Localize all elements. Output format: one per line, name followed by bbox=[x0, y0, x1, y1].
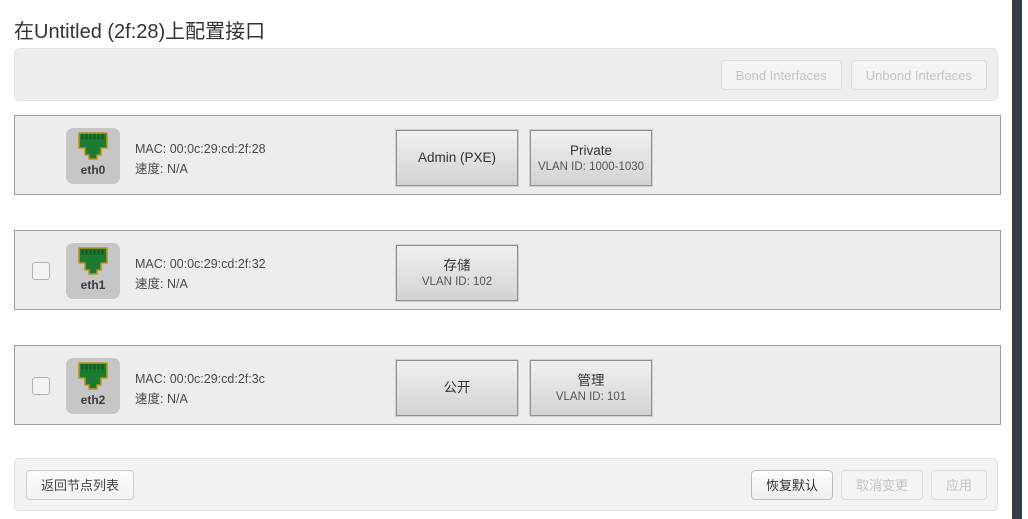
interface-select-checkbox[interactable] bbox=[32, 377, 50, 395]
network-tag-name: 公开 bbox=[443, 380, 471, 395]
nic-mac-label: MAC: 00:0c:29:cd:2f:3c bbox=[135, 372, 265, 386]
network-tag-button[interactable]: 管理 VLAN ID: 101 bbox=[529, 359, 653, 417]
network-tag-name: 管理 bbox=[577, 372, 605, 388]
nic-info: MAC: 00:0c:29:cd:2f:3c 速度: N/A bbox=[135, 369, 265, 409]
network-tag-name: 存储 bbox=[443, 257, 471, 273]
footer-left-actions: 返回节点列表 bbox=[26, 470, 135, 500]
back-to-node-list-button[interactable]: 返回节点列表 bbox=[26, 470, 135, 500]
configure-interfaces-page: 在Untitled (2f:28)上配置接口 Bond Interfaces Un… bbox=[0, 0, 1012, 519]
network-tag-vlan: VLAN ID: 1000-1030 bbox=[537, 160, 645, 173]
right-edge-gap bbox=[1022, 0, 1028, 519]
nic-info: MAC: 00:0c:29:cd:2f:28 速度: N/A bbox=[135, 139, 266, 179]
apply-button: 应用 bbox=[930, 470, 987, 500]
interface-row: eth1 MAC: 00:0c:29:cd:2f:32 速度: N/A 存储 VLAN … bbox=[14, 230, 1001, 310]
interface-row: eth0 MAC: 00:0c:29:cd:2f:28 速度: N/A Admin (… bbox=[14, 115, 1001, 195]
restore-defaults-button[interactable]: 恢复默认 bbox=[750, 470, 833, 500]
unbond-interfaces-button: Unbond Interfaces bbox=[850, 60, 987, 90]
network-tag-name: Admin (PXE) bbox=[417, 150, 497, 165]
network-tag-button[interactable]: Private VLAN ID: 1000-1030 bbox=[529, 129, 653, 187]
nic-tile-eth0[interactable]: eth0 bbox=[66, 128, 120, 184]
nic-name-label: eth1 bbox=[80, 278, 106, 292]
network-tag-vlan: VLAN ID: 101 bbox=[555, 390, 627, 403]
nic-mac-label: MAC: 00:0c:29:cd:2f:32 bbox=[135, 257, 266, 271]
network-tags: 公开 管理 VLAN ID: 101 bbox=[395, 359, 653, 417]
footer-right-actions: 恢复默认 取消变更 应用 bbox=[750, 470, 987, 500]
bond-toolbar-buttons: Bond Interfaces Unbond Interfaces bbox=[720, 60, 987, 90]
ethernet-port-icon bbox=[78, 362, 108, 390]
network-tag-name: Private bbox=[569, 142, 613, 158]
interface-select-checkbox[interactable] bbox=[32, 262, 50, 280]
cancel-changes-button: 取消变更 bbox=[840, 470, 923, 500]
network-tags: Admin (PXE) Private VLAN ID: 1000-1030 bbox=[395, 129, 653, 187]
nic-info: MAC: 00:0c:29:cd:2f:32 速度: N/A bbox=[135, 254, 266, 294]
nic-tile-eth1[interactable]: eth1 bbox=[66, 243, 120, 299]
bond-interfaces-button: Bond Interfaces bbox=[720, 60, 842, 90]
nic-name-label: eth0 bbox=[80, 163, 106, 177]
nic-name-label: eth2 bbox=[80, 393, 106, 407]
network-tag-button[interactable]: 存储 VLAN ID: 102 bbox=[395, 244, 519, 302]
ethernet-port-icon bbox=[78, 247, 108, 275]
network-tag-button[interactable]: Admin (PXE) bbox=[395, 129, 519, 187]
network-tag-vlan: VLAN ID: 102 bbox=[421, 275, 493, 288]
nic-speed-label: 速度: N/A bbox=[135, 277, 188, 291]
network-tag-button[interactable]: 公开 bbox=[395, 359, 519, 417]
page-title: 在Untitled (2f:28)上配置接口 bbox=[14, 21, 266, 44]
nic-tile-eth2[interactable]: eth2 bbox=[66, 358, 120, 414]
interface-row: eth2 MAC: 00:0c:29:cd:2f:3c 速度: N/A 公开 管理 VLA… bbox=[14, 345, 1001, 425]
nic-speed-label: 速度: N/A bbox=[135, 162, 188, 176]
bond-toolbar-panel: Bond Interfaces Unbond Interfaces bbox=[14, 48, 998, 101]
network-tags: 存储 VLAN ID: 102 bbox=[395, 244, 519, 302]
nic-speed-label: 速度: N/A bbox=[135, 392, 188, 406]
footer-panel: 返回节点列表 恢复默认 取消变更 应用 bbox=[14, 458, 998, 511]
nic-mac-label: MAC: 00:0c:29:cd:2f:28 bbox=[135, 142, 266, 156]
right-edge-scrollbar[interactable] bbox=[1012, 0, 1022, 519]
ethernet-port-icon bbox=[78, 132, 108, 160]
